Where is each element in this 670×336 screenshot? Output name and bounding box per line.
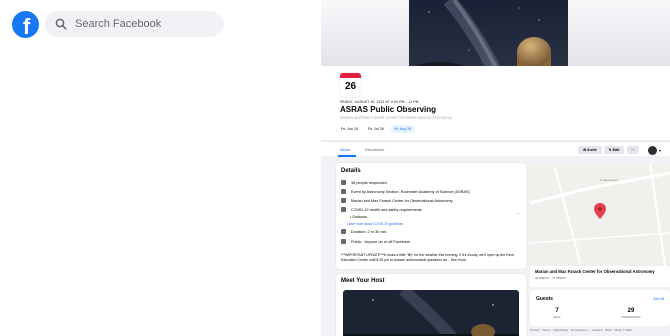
calendar-day: 26 bbox=[344, 81, 357, 92]
date-tab-aug-26[interactable]: Fri, Aug 26 bbox=[390, 125, 415, 133]
guests-heading: Guests bbox=[536, 296, 553, 302]
footer-links[interactable]: Privacy · Terms · Advertising · Ad Choic… bbox=[530, 328, 632, 332]
duration-text: Duration: 2 hr 30 min bbox=[351, 229, 387, 234]
date-tab-jun-24[interactable]: Fri, Jun 24 bbox=[338, 125, 361, 133]
responded-row: 38 people responded bbox=[341, 180, 387, 185]
covid-learn-more-link[interactable]: Learn more about COVID-19 guidelines bbox=[347, 222, 403, 226]
clock-icon bbox=[341, 229, 346, 234]
details-heading: Details bbox=[341, 168, 361, 174]
more-icon: ··· bbox=[631, 148, 635, 152]
recurring-date-tabs: Fri, Jun 24 Fri, Jul 29 Fri, Aug 26 bbox=[338, 125, 415, 133]
profile-avatar[interactable] bbox=[648, 146, 657, 155]
tab-discussion[interactable]: Discussion bbox=[365, 147, 384, 152]
organizer-text: Event by Astronomy Section, Rochester Ac… bbox=[351, 189, 470, 194]
chevron-up-icon[interactable]: ⌃ bbox=[516, 212, 519, 217]
host-photo[interactable] bbox=[343, 290, 519, 336]
flag-icon bbox=[341, 189, 346, 194]
privacy-text: Public · Anyone on or off Facebook bbox=[351, 239, 411, 244]
covid-row[interactable]: COVID-19 health and safety requirements bbox=[341, 207, 422, 212]
interested-count[interactable]: 29 bbox=[616, 308, 646, 314]
event-datetime: FRIDAY, AUGUST 26, 2022 AT 9:00 PM – 11 … bbox=[340, 100, 419, 104]
date-tab-jul-29[interactable]: Fri, Jul 29 bbox=[365, 125, 387, 133]
location-row[interactable]: Marian and Max Farash Center for Observa… bbox=[341, 198, 453, 203]
went-count[interactable]: 7 bbox=[542, 308, 572, 314]
event-venue-link[interactable]: Marian and Max Farash Center for Observa… bbox=[340, 115, 452, 120]
event-description: ***IMPORTANT UPDATE***It looks a little … bbox=[341, 253, 515, 262]
interested-label: INTERESTED bbox=[621, 315, 641, 319]
map-road-label: Coates Road bbox=[600, 178, 618, 182]
map-card[interactable]: Coates Road Marian and Max Farash Center… bbox=[530, 163, 670, 287]
people-icon bbox=[341, 180, 346, 185]
covid-text: COVID-19 health and safety requirements bbox=[351, 207, 422, 212]
organizer-row[interactable]: Event by Astronomy Section, Rochester Ac… bbox=[341, 189, 470, 194]
invite-button[interactable]: ✉ Invite bbox=[578, 146, 602, 154]
privacy-row: Public · Anyone on or off Facebook bbox=[341, 239, 410, 244]
location-pin-icon bbox=[341, 198, 346, 203]
health-shield-icon bbox=[341, 207, 346, 212]
location-map[interactable]: Coates Road bbox=[530, 163, 670, 266]
facebook-logo-glyph: f bbox=[22, 14, 31, 39]
duration-row: Duration: 2 hr 30 min bbox=[341, 229, 386, 234]
location-text: Marian and Max Farash Center for Observa… bbox=[351, 198, 453, 203]
went-label: Went bbox=[553, 315, 561, 319]
invite-label: Invite bbox=[587, 148, 597, 152]
search-icon bbox=[55, 18, 67, 30]
chevron-down-icon[interactable]: ▾ bbox=[659, 148, 661, 153]
envelope-icon: ✉ bbox=[583, 148, 587, 152]
host-heading: Meet Your Host bbox=[341, 278, 385, 284]
search-input[interactable] bbox=[75, 18, 215, 30]
map-coordinates: 42.809573, -77.489872 bbox=[535, 276, 567, 280]
see-all-guests-link[interactable]: See All bbox=[653, 297, 664, 301]
edit-button[interactable]: ✎ Edit bbox=[604, 146, 624, 154]
pencil-icon: ✎ bbox=[608, 148, 612, 152]
map-place-name[interactable]: Marian and Max Farash Center for Observa… bbox=[535, 269, 655, 274]
more-options-button[interactable]: ··· bbox=[627, 146, 639, 154]
calendar-badge-icon: 26 bbox=[340, 73, 361, 97]
event-page-panel: Kevin Blake 26 FRIDAY, AUGUST 26, 2022 A… bbox=[321, 0, 670, 336]
location-pin-icon bbox=[594, 203, 606, 219]
event-tab-bar: About Discussion ✉ Invite ✎ Edit ··· ▾ bbox=[321, 141, 670, 157]
covid-outdoors: • Outdoors bbox=[350, 215, 368, 219]
tab-about[interactable]: About bbox=[340, 147, 350, 152]
search-bar[interactable] bbox=[45, 11, 224, 37]
event-header-card: 26 FRIDAY, AUGUST 26, 2022 AT 9:00 PM – … bbox=[321, 66, 670, 140]
globe-icon bbox=[341, 239, 346, 244]
active-tab-indicator bbox=[338, 155, 356, 157]
facebook-logo[interactable]: f bbox=[12, 11, 39, 38]
host-card: Meet Your Host bbox=[336, 274, 526, 336]
details-card: Details 38 people responded Event by Ast… bbox=[336, 163, 526, 269]
edit-label: Edit bbox=[612, 148, 620, 152]
event-title: ASRAS Public Observing bbox=[340, 105, 437, 114]
responded-text: 38 people responded bbox=[351, 180, 387, 185]
guests-card: Guests See All 7 Went 29 INTERESTED bbox=[530, 290, 670, 326]
